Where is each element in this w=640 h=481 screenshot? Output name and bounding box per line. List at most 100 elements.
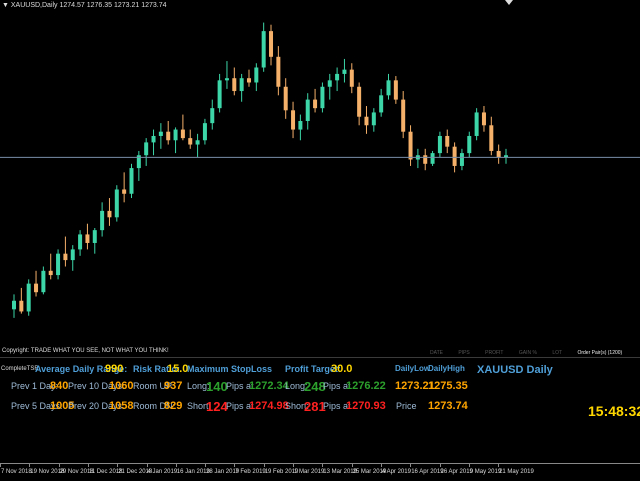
x-tick: [380, 464, 382, 467]
candle-body: [445, 135, 450, 147]
x-tick-label: 16 Jan 2019: [176, 469, 210, 475]
column-profit: PROFIT: [485, 350, 504, 356]
candle-body: [423, 155, 428, 164]
sl-short-value: 124: [206, 399, 228, 414]
candle-body: [437, 135, 442, 154]
x-tick-label: 4 Apr 2019: [381, 469, 411, 475]
candle-body: [467, 135, 472, 154]
candle-body: [291, 110, 296, 130]
candle-body: [379, 95, 384, 113]
candle-body: [48, 270, 53, 276]
x-tick-label: 9 May 2019: [469, 469, 502, 475]
x-tick-label: 7 Nov 2018: [1, 469, 32, 475]
price-value: 1273.74: [428, 400, 468, 412]
candle-body: [100, 210, 105, 231]
brand-label: CompleteTSR: [1, 366, 39, 372]
candle-body: [34, 283, 39, 293]
candle-body: [166, 131, 171, 141]
prev1-value: 840: [50, 380, 69, 392]
candle-body: [114, 189, 119, 218]
candle-body: [371, 112, 376, 126]
candle-body: [188, 138, 193, 145]
chart-title: ▼ XAUUSD,Daily 1274.57 1276.35 1273.21 1…: [2, 2, 167, 9]
panel-divider: [0, 357, 640, 358]
x-tick-label: 4 Jan 2019: [147, 469, 178, 475]
candle-body: [56, 253, 61, 276]
x-tick: [175, 464, 177, 467]
candle-body: [78, 234, 83, 250]
candle-body: [364, 116, 369, 126]
column-gain: GAIN %: [518, 350, 537, 356]
period-separator-marker: [505, 0, 513, 5]
candle-body: [342, 69, 347, 74]
x-tick-label: 1 Mar 2019: [294, 469, 325, 475]
candle-body: [298, 121, 303, 130]
x-tick-label: 7 Feb 2019: [235, 469, 266, 475]
column-order-pairs: Order Pair(s) (1200): [577, 350, 623, 356]
candle-body: [70, 249, 75, 261]
candle-body: [144, 142, 149, 156]
candle-body: [239, 78, 244, 92]
candle-body: [393, 80, 398, 100]
x-tick: [205, 464, 207, 467]
trade-column-headers: DATE PIPS PROFIT GAIN % LOT Order Pair(s…: [430, 350, 622, 356]
candle-body: [313, 99, 318, 109]
x-tick: [58, 464, 60, 467]
candlestick-chart[interactable]: [0, 0, 640, 345]
risk-ratio-value: 15.0: [167, 363, 189, 375]
x-tick: [410, 464, 412, 467]
candle-body: [202, 123, 207, 141]
x-tick: [263, 464, 265, 467]
sl-long-price: 1272.34: [249, 380, 289, 392]
candle-body: [210, 108, 215, 124]
x-tick: [351, 464, 353, 467]
column-date: DATE: [430, 350, 443, 356]
daily-high-label: DailyHigh: [428, 364, 465, 373]
max-stoploss-label: Maximum StopLoss: [187, 364, 273, 374]
candle-body: [305, 99, 310, 121]
candle-body: [452, 146, 457, 166]
candle-body: [180, 129, 185, 139]
candle-body: [261, 31, 266, 68]
candle-body: [459, 153, 464, 166]
candle-body: [408, 131, 413, 160]
x-tick: [439, 464, 441, 467]
x-tick: [234, 464, 236, 467]
candle-body: [327, 80, 332, 87]
candle-body: [320, 86, 325, 109]
adr-value: 990: [105, 363, 124, 375]
daily-high-value: 1275.35: [428, 380, 468, 392]
x-tick: [468, 464, 470, 467]
column-lot: LOT: [552, 350, 563, 356]
candle-body: [283, 86, 288, 111]
candle-body: [195, 140, 200, 145]
pt-short-price: 1270.93: [346, 400, 386, 412]
sl-long-value: 140: [206, 379, 228, 394]
candle-body: [41, 270, 46, 293]
candle-body: [496, 150, 501, 158]
candle-body: [246, 78, 251, 83]
x-tick-label: 21 May 2019: [499, 469, 534, 475]
profit-target-value: 30.0: [331, 363, 353, 375]
candle-body: [85, 234, 90, 243]
candle-body: [489, 125, 494, 151]
candle-body: [26, 283, 31, 312]
room-up-value: 937: [164, 380, 183, 392]
candle-body: [335, 73, 340, 81]
candle-body: [357, 86, 362, 117]
candle-body: [401, 99, 406, 132]
candle-body: [107, 210, 112, 218]
candle-body: [122, 189, 127, 194]
candle-body: [151, 135, 156, 143]
x-tick: [322, 464, 324, 467]
price-chart[interactable]: [0, 0, 640, 345]
candle-body: [481, 112, 486, 126]
candle-body: [12, 300, 16, 310]
candle-body: [254, 67, 259, 83]
copyright-text: Copyright: TRADE WHAT YOU SEE, NOT WHAT …: [2, 348, 169, 354]
server-clock: 15:48:32: [588, 403, 640, 419]
prev20-value: 1058: [109, 400, 134, 412]
candle-body: [386, 80, 391, 96]
pt-long-price: 1276.22: [346, 380, 386, 392]
prev10-value: 1060: [109, 380, 134, 392]
